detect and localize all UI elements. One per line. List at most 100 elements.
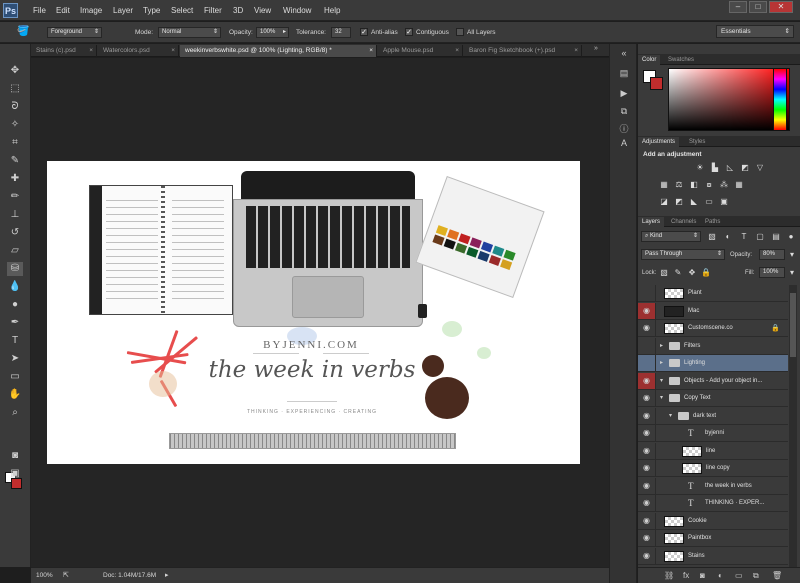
visibility-eye-icon[interactable] [638,285,656,301]
minimize-button[interactable]: – [729,1,747,13]
expand-open-icon[interactable]: ▾ [669,412,672,419]
maximize-button[interactable]: □ [749,1,767,13]
close-tab-icon[interactable]: × [369,45,373,57]
close-tab-icon[interactable]: × [89,45,93,57]
blend-mode-select[interactable]: Pass Through ⇕ [641,249,725,260]
tab-layers[interactable]: Layers [638,217,665,227]
layer-mask-icon[interactable]: ◙ [700,571,705,580]
tab-styles[interactable]: Styles [685,137,709,147]
contiguous-checkbox[interactable]: ✓ [405,28,413,36]
tab-color[interactable]: Color [638,55,661,65]
document-canvas[interactable]: BYJENNI.COM the week in verbs THINKING ·… [47,161,580,464]
visibility-eye-icon[interactable]: ◉ [638,425,656,441]
healing-brush-tool-icon[interactable]: ✚ [7,172,23,186]
dodge-tool-icon[interactable]: ● [7,298,23,312]
vibrance-icon[interactable]: ▽ [754,163,766,173]
lock-all-icon[interactable]: 🔒 [700,268,712,278]
tab-apple-mouse[interactable]: Apple Mouse.psd × [378,45,463,57]
rectangle-tool-icon[interactable]: ▭ [7,370,23,384]
paint-bucket-tool-icon[interactable]: ⛁ [7,262,23,276]
collapse-dock-icon[interactable]: « [617,48,631,60]
black-white-icon[interactable]: ◧ [688,180,700,190]
menu-select[interactable]: Select [171,6,193,15]
visibility-eye-icon[interactable]: ◉ [638,495,656,511]
clone-stamp-tool-icon[interactable]: ⊥ [7,208,23,222]
layer-row[interactable]: ◉ Mac [638,302,788,320]
lock-position-icon[interactable]: ✥ [686,268,698,278]
hue-slider[interactable] [773,68,787,131]
layer-row[interactable]: ◉ ▾ Copy Text [638,390,788,407]
filter-toggle-icon[interactable]: ● [785,232,797,242]
link-layers-icon[interactable]: ⛓ [664,571,674,580]
channel-mixer-icon[interactable]: ⁂ [718,180,730,190]
tolerance-input[interactable]: 32 [331,27,351,38]
blur-tool-icon[interactable]: 💧 [7,280,23,294]
filter-type-icon[interactable]: T [738,232,750,242]
anti-alias-checkbox[interactable]: ✓ [360,28,368,36]
menu-help[interactable]: Help [324,6,340,15]
info-panel-icon[interactable]: ⓘ [617,122,631,134]
canvas-area[interactable]: BYJENNI.COM the week in verbs THINKING ·… [31,58,609,567]
properties-panel-icon[interactable]: ⧉ [617,106,631,118]
character-panel-icon[interactable]: A [617,138,631,150]
visibility-eye-icon[interactable]: ◉ [638,477,656,494]
zoom-level[interactable]: 100% [36,572,53,579]
menu-view[interactable]: View [254,6,271,15]
adjustment-layer-icon[interactable]: ◐ [718,571,723,580]
opacity-dropdown-icon[interactable]: ▾ [786,250,798,260]
path-selection-tool-icon[interactable]: ➤ [7,352,23,366]
layer-row[interactable]: ◉ Stains [638,547,788,565]
color-balance-icon[interactable]: ⚖ [673,180,685,190]
layer-row[interactable]: ◉ Cookie [638,512,788,530]
filter-shape-icon[interactable]: ▢ [754,232,766,242]
layer-row[interactable]: ◉ Customscene.co 🔒 [638,320,788,337]
opacity-input[interactable]: 100% ▸ [256,27,289,38]
menu-window[interactable]: Window [283,6,311,15]
move-tool-icon[interactable]: ✥ [7,64,23,78]
exposure-icon[interactable]: ◩ [739,163,751,173]
visibility-eye-icon[interactable]: ◉ [638,320,656,336]
paint-bucket-icon[interactable]: 🪣 [17,26,31,39]
delete-layer-icon[interactable]: 🗑 [772,571,782,580]
layer-row[interactable]: ◉ ▾ Objects - Add your object in... [638,372,788,390]
tab-stains[interactable]: Stains (c).psd × [31,45,97,57]
layer-row[interactable]: ◉ line copy [638,460,788,477]
tab-watercolors[interactable]: Watercolors.psd × [98,45,179,57]
close-tab-icon[interactable]: × [455,45,459,57]
actions-panel-icon[interactable]: ▶ [617,88,631,100]
layer-style-icon[interactable]: fx [683,571,689,580]
lock-pixels-icon[interactable]: ✎ [672,268,684,278]
selective-color-icon[interactable]: ▣ [718,197,730,207]
expand-open-icon[interactable]: ▾ [660,394,663,401]
layer-filter-kind[interactable]: ⌕ Kind ⇕ [641,231,701,242]
layer-row[interactable]: ◉ Tbyjenni [638,425,788,442]
menu-image[interactable]: Image [80,6,102,15]
new-layer-icon[interactable]: ⧉ [753,571,759,581]
visibility-eye-icon[interactable]: ◉ [638,372,656,389]
visibility-eye-icon[interactable]: ◉ [638,530,656,546]
visibility-eye-icon[interactable] [638,355,656,371]
tab-weekinverbswhite[interactable]: weekinverbswhite.psd @ 100% (Lighting, R… [180,45,377,57]
color-picker-field[interactable] [668,68,790,131]
color-lookup-icon[interactable]: ▦ [733,180,745,190]
levels-icon[interactable]: ▙ [709,163,721,173]
menu-3d[interactable]: 3D [233,6,243,15]
tab-adjustments[interactable]: Adjustments [638,137,680,147]
layer-row[interactable]: ◉ Paintbox [638,530,788,547]
filter-adjustment-icon[interactable]: ◐ [722,232,734,242]
layer-row[interactable]: ◉ T THINKING · EXPER... [638,495,788,512]
screen-mode-icon[interactable]: ▣ [7,467,23,481]
layer-opacity-input[interactable]: 80% [759,249,785,260]
layer-row[interactable]: ◉ Tthe week in verbs [638,477,788,495]
menu-layer[interactable]: Layer [113,6,133,15]
layer-row[interactable]: ▸ Filters [638,337,788,355]
layer-row[interactable]: ◉ line [638,442,788,460]
visibility-eye-icon[interactable]: ◉ [638,390,656,406]
tab-swatches[interactable]: Swatches [664,55,698,65]
menu-file[interactable]: File [33,6,46,15]
expand-open-icon[interactable]: ▾ [660,377,663,384]
menu-edit[interactable]: Edit [56,6,70,15]
layer-row[interactable]: Plant [638,285,788,302]
expand-closed-icon[interactable]: ▸ [660,342,663,349]
workspace-select[interactable]: Essentials ⇕ [716,25,794,38]
